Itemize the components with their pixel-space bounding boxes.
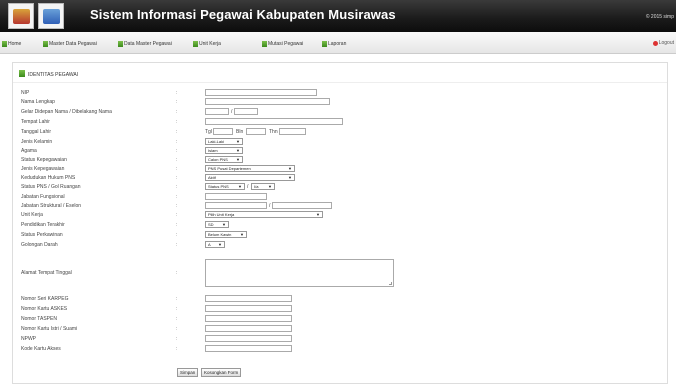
home-icon [2, 41, 7, 47]
folder-icon [262, 41, 267, 47]
row-npwp: NPWP : [13, 335, 667, 344]
status-perkawinan-select[interactable]: Belum Kawin ▼ [205, 231, 247, 238]
jabatan-fungsional-input[interactable] [205, 193, 267, 200]
golongan-darah-select[interactable]: A ▼ [205, 241, 225, 248]
row-karis-karsu: Nomor Kartu Istri / Suami : [13, 325, 667, 334]
karpeg-input[interactable] [205, 295, 292, 302]
menu-master-data-pegawai[interactable]: Master Data Pegawai [43, 40, 97, 48]
chevron-down-icon: ▼ [268, 184, 272, 189]
row-tanggal-lahir: Tanggal Lahir : Tgl Bln Thn [13, 128, 667, 137]
nama-lengkap-input[interactable] [205, 98, 330, 105]
row-unit-kerja: Unit Kerja : Pilih Unit Kerja ▼ [13, 211, 667, 220]
tempat-lahir-input[interactable] [205, 118, 343, 125]
row-karpeg: Nomor Seri KARPEG : [13, 295, 667, 304]
chevron-down-icon: ▼ [288, 166, 292, 171]
gelar-belakang-input[interactable] [234, 108, 258, 115]
menu-unit-kerja[interactable]: Unit Kerja [193, 40, 221, 48]
chevron-down-icon: ▼ [236, 157, 240, 162]
bln-lahir-input[interactable] [246, 128, 266, 135]
kosongkan-form-button[interactable]: Kosongkan Form [201, 368, 242, 377]
row-status-kepegawaian: Status Kepegawaian : Calon PNS ▼ [13, 156, 667, 165]
gelar-depan-input[interactable] [205, 108, 229, 115]
karis-karsu-input[interactable] [205, 325, 292, 332]
menu-home[interactable]: Home [2, 40, 21, 48]
row-kode-akses: Kode Kartu Akses : [13, 345, 667, 354]
kedudukan-hukum-select[interactable]: Aktif ▼ [205, 174, 295, 181]
unit-kerja-select[interactable]: Pilih Unit Kerja ▼ [205, 211, 323, 218]
menu-data-master-pegawai[interactable]: Data Master Pegawai [118, 40, 172, 48]
thn-lahir-input[interactable] [279, 128, 306, 135]
eselon-input[interactable] [272, 202, 332, 209]
row-nip: NIP : [13, 89, 667, 98]
chevron-down-icon: ▼ [288, 175, 292, 180]
regency-logo [8, 3, 34, 29]
nip-input[interactable] [205, 89, 317, 96]
folder-icon [19, 70, 25, 77]
row-kedudukan-hukum: Kedudukan Hukum PNS : Aktif ▼ [13, 174, 667, 183]
taspen-input[interactable] [205, 315, 292, 322]
status-kepegawaian-select[interactable]: Calon PNS ▼ [205, 156, 243, 163]
npwp-input[interactable] [205, 335, 292, 342]
gol-ruangan-select[interactable]: I/a ▼ [251, 183, 275, 190]
row-gelar: Gelar Didepan Nama / Dibelakang Nama : / [13, 108, 667, 117]
panel-title: IDENTITAS PEGAWAI [28, 72, 79, 78]
copyright-text: © 2015 simp [645, 14, 674, 20]
status-pns-select[interactable]: Status PNS ▼ [205, 183, 245, 190]
row-jabatan-fungsional: Jabatan Fungsional : [13, 193, 667, 202]
row-askes: Nomor Kartu ASKES : [13, 305, 667, 314]
askes-input[interactable] [205, 305, 292, 312]
identitas-pegawai-panel: IDENTITAS PEGAWAI NIP : Nama Lengkap : G… [12, 62, 668, 384]
row-nama-lengkap: Nama Lengkap : [13, 98, 667, 107]
row-agama: Agama : Islam ▼ [13, 147, 667, 156]
menu-bar: Home Master Data Pegawai Data Master Peg… [0, 32, 676, 54]
chevron-down-icon: ▼ [236, 148, 240, 153]
jenis-kelamin-select[interactable]: Laki-Laki ▼ [205, 138, 243, 145]
kode-akses-input[interactable] [205, 345, 292, 352]
row-pendidikan: Pendidikan Terakhir : SD ▼ [13, 221, 667, 230]
simpan-button[interactable]: Simpan [177, 368, 199, 377]
tgl-lahir-input[interactable] [213, 128, 233, 135]
menu-laporan[interactable]: Laporan [322, 40, 346, 48]
app-header: Sistem Informasi Pegawai Kabupaten Musir… [0, 0, 676, 32]
chevron-down-icon: ▼ [222, 222, 226, 227]
row-jabatan-struktural: Jabatan Struktural / Eselon : / [13, 202, 667, 211]
jabatan-struktural-input[interactable] [205, 202, 267, 209]
chevron-down-icon: ▼ [238, 184, 242, 189]
row-status-pns-gol: Status PNS / Gol Ruangan : Status PNS ▼ /… [13, 183, 667, 192]
row-golongan-darah: Golongan Darah : A ▼ [13, 241, 667, 250]
logout-link[interactable]: Logout [652, 40, 674, 46]
agama-select[interactable]: Islam ▼ [205, 147, 243, 154]
app-logo [38, 3, 64, 29]
folder-icon [322, 41, 327, 47]
jenis-kepegawaian-select[interactable]: PNS Pusat Departemen ▼ [205, 165, 295, 172]
chevron-down-icon: ▼ [218, 242, 222, 247]
resize-handle-icon[interactable] [389, 282, 392, 285]
row-status-perkawinan: Status Perkawinan : Belum Kawin ▼ [13, 231, 667, 240]
chevron-down-icon: ▼ [236, 139, 240, 144]
row-jenis-kepegawaian: Jenis Kepegawaian : PNS Pusat Departemen… [13, 165, 667, 174]
panel-header: IDENTITAS PEGAWAI [13, 63, 667, 83]
folder-icon [43, 41, 48, 47]
folder-icon [118, 41, 123, 47]
menu-mutasi-pegawai[interactable]: Mutasi Pegawai [262, 40, 303, 48]
row-taspen: Nomor TASPEN : [13, 315, 667, 324]
row-jenis-kelamin: Jenis Kelamin : Laki-Laki ▼ [13, 138, 667, 147]
chevron-down-icon: ▼ [240, 232, 244, 237]
app-title: Sistem Informasi Pegawai Kabupaten Musir… [90, 7, 396, 22]
alamat-textarea[interactable] [205, 259, 394, 287]
row-tempat-lahir: Tempat Lahir : [13, 118, 667, 127]
pendidikan-select[interactable]: SD ▼ [205, 221, 229, 228]
power-icon [652, 40, 658, 46]
chevron-down-icon: ▼ [316, 212, 320, 217]
folder-icon [193, 41, 198, 47]
